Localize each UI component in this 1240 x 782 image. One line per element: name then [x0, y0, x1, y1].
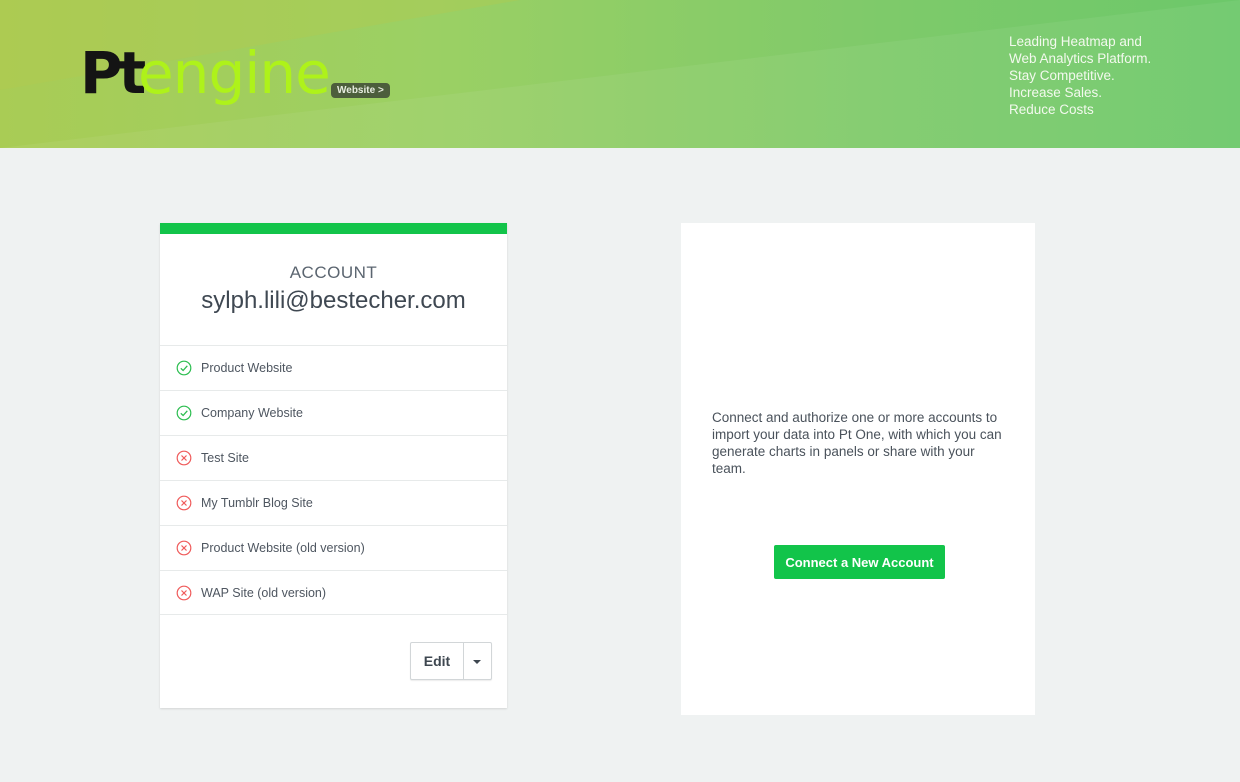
tagline-line: Stay Competitive.: [1009, 68, 1115, 83]
caret-down-icon: [473, 660, 481, 664]
site-name: Test Site: [201, 451, 249, 465]
account-card: ACCOUNT sylph.lili@bestecher.com Product…: [160, 223, 507, 708]
ptengine-logo[interactable]: Pt engine: [80, 39, 331, 112]
error-circle-icon: [176, 585, 192, 601]
card-accent-bar: [160, 223, 507, 234]
edit-split-button: Edit: [410, 642, 492, 680]
connect-new-account-button[interactable]: Connect a New Account: [774, 545, 945, 579]
tagline-line: Leading Heatmap and: [1009, 34, 1142, 49]
logo-engine-text: engine: [138, 39, 331, 107]
error-circle-icon: [176, 450, 192, 466]
site-list-item[interactable]: Company Website: [160, 390, 507, 435]
site-list-item[interactable]: WAP Site (old version): [160, 570, 507, 615]
site-list-item[interactable]: My Tumblr Blog Site: [160, 480, 507, 525]
logo-pt-text: Pt: [80, 39, 146, 107]
account-label: ACCOUNT: [289, 263, 378, 282]
error-circle-icon: [176, 540, 192, 556]
tagline-line: Web Analytics Platform.: [1009, 51, 1152, 66]
site-name: My Tumblr Blog Site: [201, 496, 313, 510]
site-name: WAP Site (old version): [201, 586, 327, 600]
site-list-item[interactable]: Test Site: [160, 435, 507, 480]
website-badge[interactable]: Website >: [331, 83, 390, 98]
site-list-item[interactable]: Product Website: [160, 345, 507, 390]
account-email: sylph.lili@bestecher.com: [201, 287, 466, 314]
site-name: Company Website: [201, 406, 303, 420]
connect-panel: Connect and authorize one or more accoun…: [681, 223, 1035, 715]
error-circle-icon: [176, 495, 192, 511]
tagline: Leading Heatmap and Web Analytics Platfo…: [1009, 33, 1209, 118]
site-list: Product Website Company Website Test Sit…: [160, 345, 507, 615]
connect-description: Connect and authorize one or more accoun…: [712, 410, 1002, 476]
site-name: Product Website: [201, 361, 293, 375]
edit-button[interactable]: Edit: [411, 643, 464, 679]
tagline-line: Increase Sales.: [1009, 85, 1103, 100]
site-name: Product Website (old version): [201, 541, 365, 555]
header-banner: Pt engine Website > Leading Heatmap and …: [0, 0, 1240, 148]
site-list-item[interactable]: Product Website (old version): [160, 525, 507, 570]
list-divider: [160, 614, 507, 615]
edit-dropdown-toggle[interactable]: [464, 643, 491, 679]
check-circle-icon: [176, 360, 192, 376]
check-circle-icon: [176, 405, 192, 421]
tagline-line: Reduce Costs: [1009, 102, 1094, 117]
